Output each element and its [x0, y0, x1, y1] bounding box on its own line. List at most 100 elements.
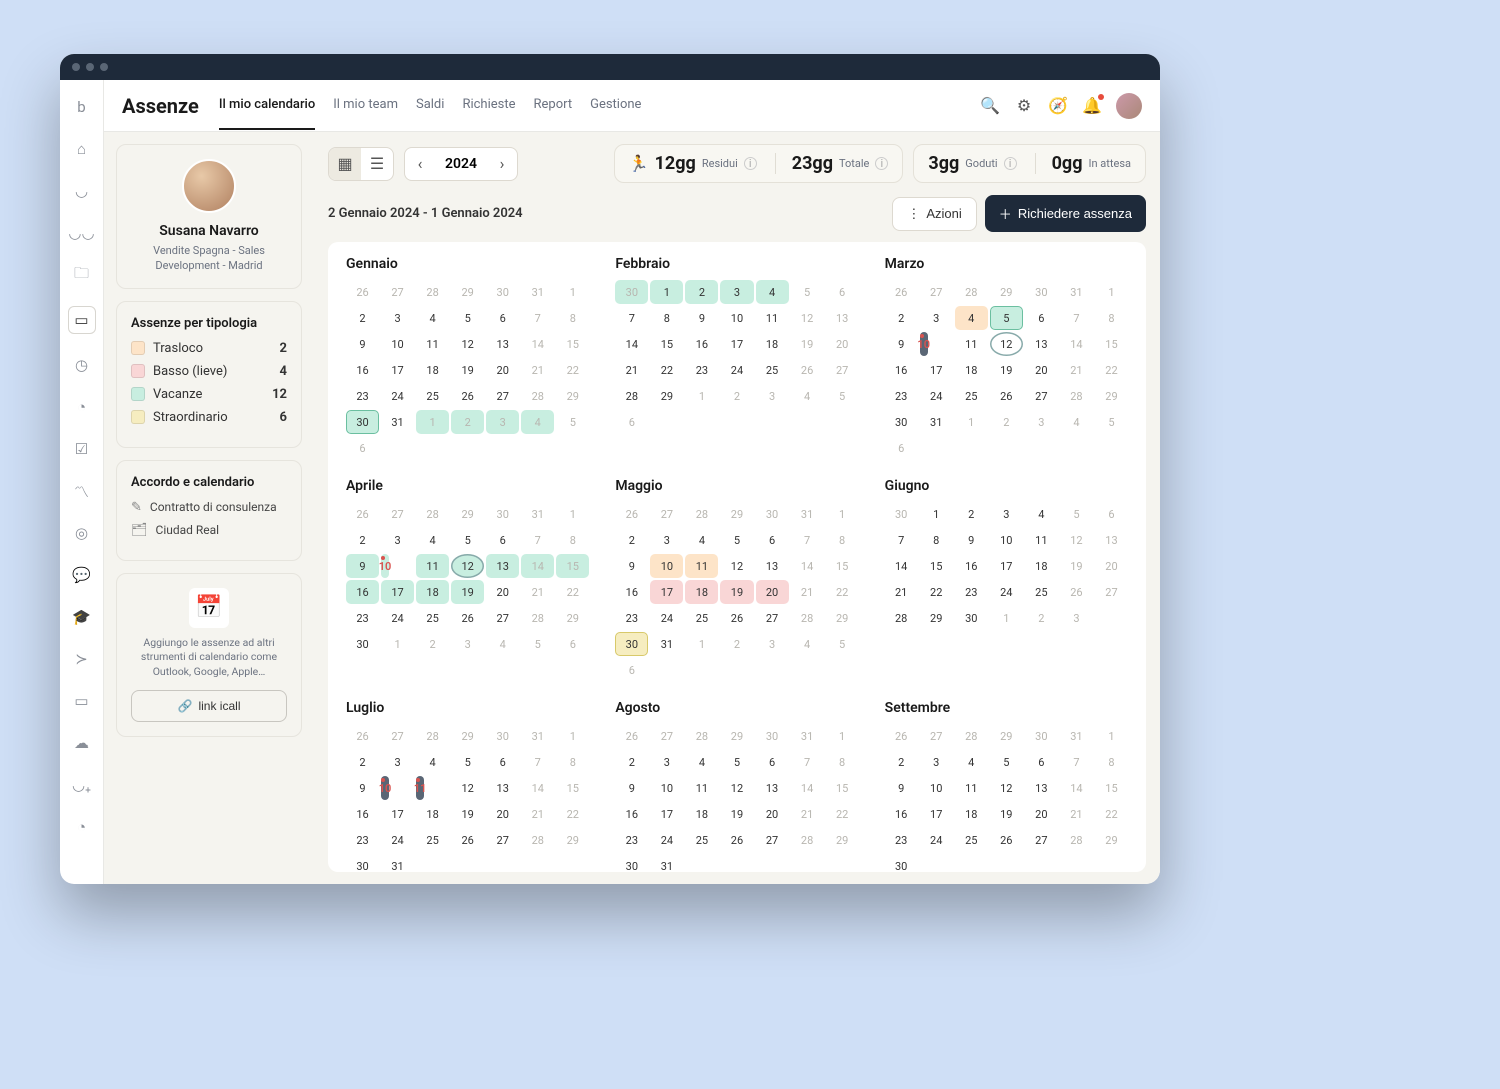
- day-cell[interactable]: 10: [720, 306, 753, 330]
- day-cell[interactable]: 4: [756, 280, 789, 304]
- day-cell[interactable]: 1: [416, 410, 449, 434]
- day-cell[interactable]: 29: [650, 384, 683, 408]
- day-cell[interactable]: 12: [791, 306, 824, 330]
- day-cell[interactable]: 26: [346, 280, 379, 304]
- day-cell[interactable]: 11: [955, 776, 988, 800]
- day-cell[interactable]: 4: [416, 750, 449, 774]
- day-cell[interactable]: 6: [756, 750, 789, 774]
- day-cell[interactable]: 25: [416, 384, 449, 408]
- day-cell[interactable]: 11: [416, 332, 449, 356]
- day-cell[interactable]: 3: [990, 502, 1023, 526]
- day-cell[interactable]: 24: [720, 358, 753, 382]
- day-cell[interactable]: 31: [521, 280, 554, 304]
- day-cell[interactable]: 2: [346, 306, 379, 330]
- day-cell[interactable]: 8: [556, 528, 589, 552]
- day-cell[interactable]: 20: [486, 358, 519, 382]
- day-cell[interactable]: 13: [486, 776, 519, 800]
- day-cell[interactable]: 26: [615, 502, 648, 526]
- day-cell[interactable]: 26: [346, 502, 379, 526]
- search-icon[interactable]: 🔍: [980, 96, 1000, 116]
- day-cell[interactable]: 11: [416, 554, 449, 578]
- day-cell[interactable]: 5: [451, 750, 484, 774]
- calendar-view-button[interactable]: ▦: [329, 148, 361, 180]
- card-icon[interactable]: ▭: [71, 690, 93, 712]
- day-cell[interactable]: 2: [416, 632, 449, 656]
- day-cell[interactable]: 1: [826, 502, 859, 526]
- day-cell[interactable]: 18: [685, 802, 718, 826]
- day-cell[interactable]: 13: [1025, 332, 1058, 356]
- day-cell[interactable]: 2: [1025, 606, 1058, 630]
- day-cell[interactable]: 7: [791, 528, 824, 552]
- day-cell[interactable]: 13: [486, 332, 519, 356]
- request-absence-button[interactable]: ＋ Richiedere assenza: [985, 195, 1146, 232]
- day-cell[interactable]: 20: [486, 802, 519, 826]
- day-cell[interactable]: 22: [650, 358, 683, 382]
- day-cell[interactable]: 27: [381, 280, 414, 304]
- day-cell[interactable]: 29: [1095, 384, 1128, 408]
- day-cell[interactable]: 18: [416, 580, 449, 604]
- user-avatar[interactable]: [1116, 93, 1142, 119]
- day-cell[interactable]: 28: [521, 606, 554, 630]
- calendar-icon[interactable]: ▭: [68, 306, 96, 334]
- target-icon[interactable]: ◎: [71, 522, 93, 544]
- day-cell[interactable]: 3: [920, 750, 953, 774]
- day-cell[interactable]: 1: [990, 606, 1023, 630]
- day-cell[interactable]: 13: [1095, 528, 1128, 552]
- day-cell[interactable]: 21: [521, 802, 554, 826]
- type-row[interactable]: Trasloco 2: [131, 341, 287, 356]
- day-cell[interactable]: 19: [791, 332, 824, 356]
- day-cell[interactable]: 7: [615, 306, 648, 330]
- day-cell[interactable]: 4: [791, 632, 824, 656]
- day-cell[interactable]: 29: [920, 606, 953, 630]
- day-cell[interactable]: 24: [650, 606, 683, 630]
- agreement-row[interactable]: 🗂 Ciudad Real: [131, 523, 287, 538]
- day-cell[interactable]: 5: [791, 280, 824, 304]
- day-cell[interactable]: 25: [955, 384, 988, 408]
- day-cell[interactable]: 6: [1025, 750, 1058, 774]
- day-cell[interactable]: 28: [416, 280, 449, 304]
- day-cell[interactable]: 27: [650, 724, 683, 748]
- day-cell[interactable]: 6: [346, 436, 379, 460]
- day-cell[interactable]: 21: [791, 802, 824, 826]
- day-cell[interactable]: 21: [615, 358, 648, 382]
- day-cell[interactable]: 27: [381, 502, 414, 526]
- day-cell[interactable]: 29: [556, 606, 589, 630]
- day-cell[interactable]: 14: [521, 776, 554, 800]
- day-cell[interactable]: 21: [521, 358, 554, 382]
- logo-icon[interactable]: b: [71, 96, 93, 118]
- day-cell[interactable]: 27: [756, 606, 789, 630]
- day-cell[interactable]: 24: [381, 606, 414, 630]
- day-cell[interactable]: 30: [1025, 280, 1058, 304]
- day-cell[interactable]: 23: [885, 384, 918, 408]
- day-cell[interactable]: 25: [685, 606, 718, 630]
- day-cell[interactable]: 9: [685, 306, 718, 330]
- day-cell[interactable]: 25: [955, 828, 988, 852]
- day-cell[interactable]: 31: [1060, 724, 1093, 748]
- day-cell[interactable]: 28: [885, 606, 918, 630]
- day-cell[interactable]: 28: [791, 828, 824, 852]
- day-cell[interactable]: 17: [381, 580, 414, 604]
- day-cell[interactable]: 30: [756, 502, 789, 526]
- day-cell[interactable]: 30: [885, 410, 918, 434]
- day-cell[interactable]: 17: [381, 802, 414, 826]
- chat-icon[interactable]: 💬: [71, 564, 93, 586]
- day-cell[interactable]: 15: [920, 554, 953, 578]
- day-cell[interactable]: 26: [720, 606, 753, 630]
- day-cell[interactable]: 15: [556, 554, 589, 578]
- day-cell[interactable]: 1: [381, 632, 414, 656]
- day-cell[interactable]: 18: [685, 580, 718, 604]
- day-cell[interactable]: 2: [346, 528, 379, 552]
- day-cell[interactable]: 13: [1025, 776, 1058, 800]
- day-cell[interactable]: 27: [650, 502, 683, 526]
- day-cell[interactable]: 20: [1025, 802, 1058, 826]
- day-cell[interactable]: 29: [451, 280, 484, 304]
- day-cell[interactable]: 30: [615, 280, 648, 304]
- day-cell[interactable]: 24: [990, 580, 1023, 604]
- day-cell[interactable]: 19: [720, 802, 753, 826]
- day-cell[interactable]: 10: [381, 554, 389, 578]
- day-cell[interactable]: 5: [521, 632, 554, 656]
- day-cell[interactable]: 30: [885, 502, 918, 526]
- day-cell[interactable]: 2: [720, 384, 753, 408]
- day-cell[interactable]: 20: [756, 802, 789, 826]
- day-cell[interactable]: 26: [885, 280, 918, 304]
